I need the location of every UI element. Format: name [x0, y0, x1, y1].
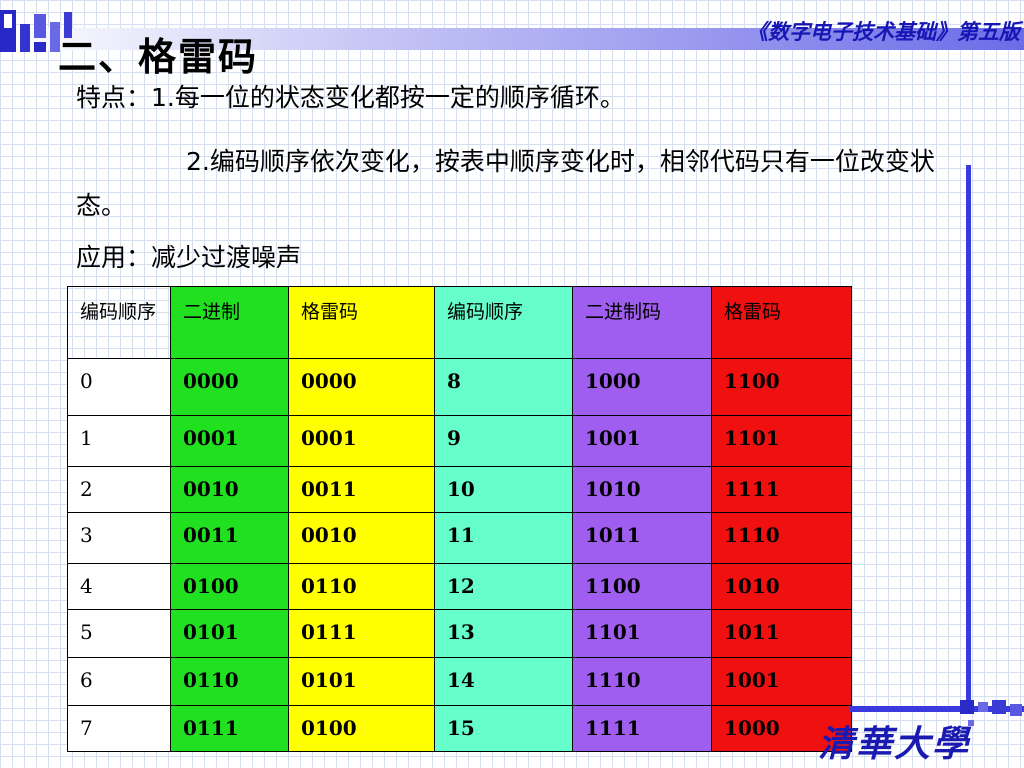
table-cell: 0010 — [288, 512, 435, 564]
table-cell: 1101 — [572, 609, 712, 658]
gray-code-table: 编码顺序 二进制 格雷码 编码顺序 二进制码 格雷码 0 0000 0000 8 100… — [67, 286, 852, 752]
table-row: 7 0111 0100 15 1111 1000 — [67, 705, 852, 752]
table-cell: 0000 — [170, 358, 289, 416]
table-cell: 10 — [434, 466, 573, 513]
table-cell: 0 — [67, 358, 171, 416]
table-cell: 1 — [67, 415, 171, 467]
header-sequence: 编码顺序 — [67, 286, 171, 359]
table-cell: 1110 — [711, 512, 852, 564]
table-row: 2 0010 0011 10 1010 1111 — [67, 466, 852, 513]
table-cell: 0011 — [170, 512, 289, 564]
table-cell: 0110 — [170, 657, 289, 706]
table-cell: 1011 — [711, 609, 852, 658]
table-cell: 0001 — [170, 415, 289, 467]
table-row: 1 0001 0001 9 1001 1101 — [67, 415, 852, 467]
table-cell: 11 — [434, 512, 573, 564]
table-cell: 1110 — [572, 657, 712, 706]
table-cell: 13 — [434, 609, 573, 658]
logo-text: 清華大學 — [818, 723, 972, 765]
header-binary: 二进制 — [170, 286, 289, 359]
table-cell: 15 — [434, 705, 573, 752]
table-cell: 0101 — [288, 657, 435, 706]
table-cell: 5 — [67, 609, 171, 658]
table-cell: 12 — [434, 563, 573, 610]
table-cell: 1011 — [572, 512, 712, 564]
feature-point-2: 2.编码顺序依次变化，按表中顺序变化时，相邻代码只有一位改变状态。 — [76, 147, 935, 220]
book-title: 《数字电子技术基础》第五版 — [747, 19, 1020, 44]
table-cell: 0100 — [288, 705, 435, 752]
tsinghua-logo-icon: 清華大學 — [818, 723, 972, 765]
header-gray-code-2: 格雷码 — [711, 286, 852, 359]
table-cell: 1111 — [711, 466, 852, 513]
table-cell: 0001 — [288, 415, 435, 467]
table-cell: 0010 — [170, 466, 289, 513]
table-cell: 9 — [434, 415, 573, 467]
table-cell: 1111 — [572, 705, 712, 752]
table-row: 4 0100 0110 12 1100 1010 — [67, 563, 852, 610]
table-cell: 0011 — [288, 466, 435, 513]
table-cell: 8 — [434, 358, 573, 416]
feature-point-1: 特点：1.每一位的状态变化都按一定的顺序循环。 — [76, 83, 625, 112]
table-cell: 3 — [67, 512, 171, 564]
table-cell: 1010 — [711, 563, 852, 610]
table-cell: 0101 — [170, 609, 289, 658]
table-row: 5 0101 0111 13 1101 1011 — [67, 609, 852, 658]
table-cell: 2 — [67, 466, 171, 513]
table-cell: 1010 — [572, 466, 712, 513]
table-cell: 0111 — [288, 609, 435, 658]
table-cell: 1101 — [711, 415, 852, 467]
table-cell: 0110 — [288, 563, 435, 610]
table-row: 0 0000 0000 8 1000 1100 — [67, 358, 852, 416]
table-cell: 7 — [67, 705, 171, 752]
header-gray-code: 格雷码 — [288, 286, 435, 359]
table-cell: 6 — [67, 657, 171, 706]
table-cell: 4 — [67, 563, 171, 610]
table-cell: 1000 — [572, 358, 712, 416]
application-line: 应用：减少过渡噪声 — [76, 243, 302, 272]
table-cell: 0111 — [170, 705, 289, 752]
table-row: 3 0011 0010 11 1011 1110 — [67, 512, 852, 564]
table-cell: 1001 — [711, 657, 852, 706]
table-cell: 1100 — [711, 358, 852, 416]
table-cell: 0100 — [170, 563, 289, 610]
table-row: 6 0110 0101 14 1110 1001 — [67, 657, 852, 706]
header-binary-code: 二进制码 — [572, 286, 712, 359]
table-cell: 0000 — [288, 358, 435, 416]
table-cell: 1100 — [572, 563, 712, 610]
slide-title: 二、格雷码 — [58, 34, 259, 79]
header-sequence-2: 编码顺序 — [434, 286, 573, 359]
right-accent-bar — [966, 165, 971, 710]
table-header-row: 编码顺序 二进制 格雷码 编码顺序 二进制码 格雷码 — [67, 286, 852, 359]
table-cell: 14 — [434, 657, 573, 706]
table-cell: 1001 — [572, 415, 712, 467]
